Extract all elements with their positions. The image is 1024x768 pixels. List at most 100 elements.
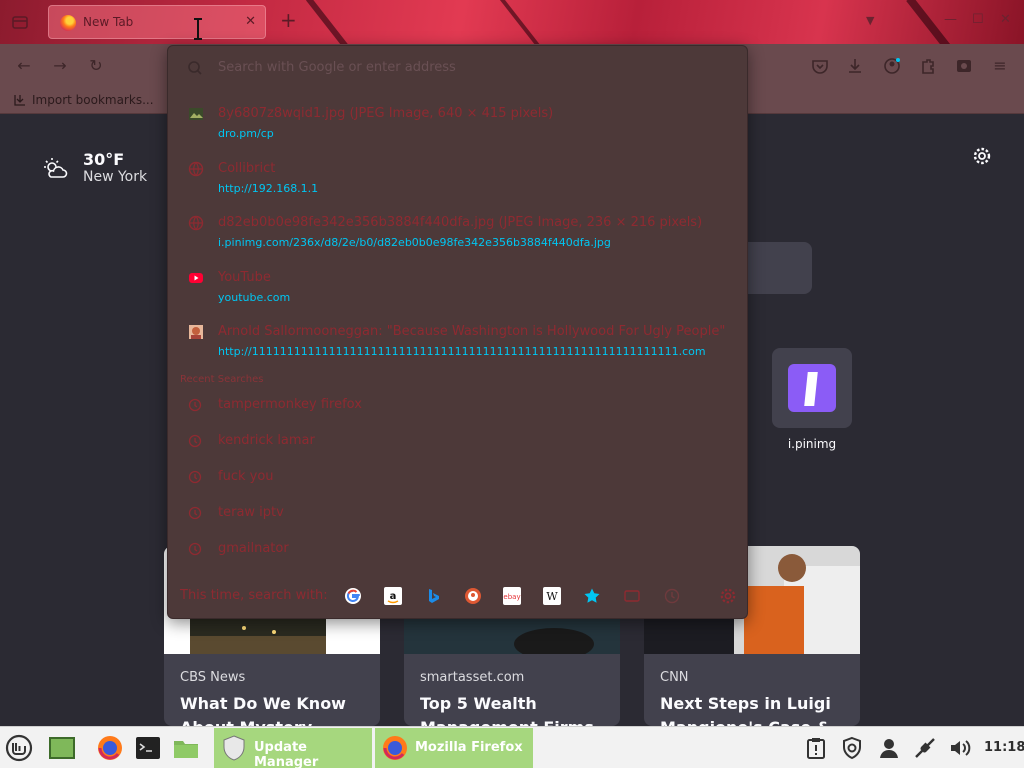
top-site-tile[interactable] — [772, 348, 852, 428]
import-bookmarks-link[interactable]: Import bookmarks... — [32, 93, 154, 107]
urlbar-result[interactable]: YouTube youtube.com — [168, 262, 749, 310]
duckduckgo-icon[interactable] — [464, 587, 482, 605]
files-icon[interactable] — [172, 734, 200, 762]
wikipedia-icon[interactable]: W — [543, 587, 561, 605]
search-engines-bar: This time, search with: a ebay W — [168, 581, 749, 611]
google-icon[interactable] — [344, 587, 362, 605]
theme-streak — [492, 0, 552, 44]
reload-icon[interactable]: ↻ — [86, 56, 106, 76]
recent-searches-heading: Recent Searches — [180, 374, 264, 385]
pinimg-logo-icon — [788, 364, 836, 412]
weather-temperature: 30°F — [83, 150, 125, 169]
history-icon — [188, 470, 202, 484]
story-source: CNN — [660, 670, 689, 685]
urlbar-result[interactable]: 8y6807z8wqid1.jpg (JPEG Image, 640 × 415… — [168, 98, 749, 146]
svg-text:W: W — [546, 590, 558, 603]
volume-icon[interactable] — [948, 736, 972, 760]
top-site-label[interactable]: i.pinimg — [760, 437, 864, 451]
account-icon[interactable] — [882, 56, 902, 76]
firefox-launcher-icon[interactable] — [96, 734, 124, 762]
history-icon[interactable] — [663, 587, 681, 605]
clock[interactable]: 11:18 — [984, 740, 1024, 755]
result-url: dro.pm/cp — [218, 127, 274, 140]
result-url: youtube.com — [218, 291, 291, 304]
image-icon — [189, 108, 203, 120]
globe-icon — [188, 161, 204, 177]
bookmarks-star-icon[interactable] — [583, 587, 601, 605]
pocket-icon[interactable] — [810, 56, 830, 76]
network-icon[interactable] — [913, 736, 937, 760]
shield-icon — [223, 735, 245, 761]
recent-search-item[interactable]: kendrick lamar — [168, 425, 749, 459]
import-icon — [14, 95, 25, 106]
result-title: Arnold Sallormooneggan: "Because Washing… — [218, 324, 728, 339]
update-shield-icon[interactable] — [840, 736, 864, 760]
youtube-icon — [189, 273, 203, 283]
taskbar: Update Manager Mozilla Firefox 11:18 — [0, 726, 1024, 768]
gear-icon[interactable] — [972, 146, 992, 166]
url-placeholder: Search with Google or enter address — [218, 60, 456, 75]
firefox-icon — [383, 736, 407, 760]
mint-menu-icon[interactable] — [5, 734, 33, 762]
minimize-icon[interactable]: — — [944, 12, 957, 27]
show-desktop-icon[interactable] — [48, 734, 76, 762]
recent-search-item[interactable]: tampermonkey firefox — [168, 389, 749, 423]
bing-icon[interactable] — [424, 587, 442, 605]
downloads-icon[interactable] — [845, 56, 865, 76]
story-headline: Top 5 Wealth Management Firms in — [420, 694, 594, 726]
recent-search-text: tampermonkey firefox — [218, 397, 362, 412]
addon-icon[interactable] — [954, 56, 974, 76]
task-mozilla-firefox[interactable]: Mozilla Firefox — [375, 728, 533, 768]
maximize-icon[interactable]: ☐ — [972, 12, 984, 27]
image-icon — [189, 325, 203, 339]
amazon-icon[interactable]: a — [384, 587, 402, 605]
chevron-down-icon[interactable]: ▼ — [866, 14, 874, 27]
menu-icon[interactable]: ≡ — [990, 56, 1010, 76]
weather-location: New York — [83, 169, 148, 185]
globe-icon — [188, 215, 204, 231]
result-url: i.pinimg.com/236x/d8/2e/b0/d82eb0b0e98fe… — [218, 236, 611, 249]
story-headline: Next Steps in Luigi Mangione's Case & — [660, 694, 831, 726]
firefox-icon — [60, 15, 76, 31]
ebay-icon[interactable]: ebay — [503, 587, 521, 605]
task-label: Mozilla Firefox — [415, 740, 523, 755]
extensions-icon[interactable] — [918, 56, 938, 76]
new-tab-button[interactable]: + — [280, 10, 297, 30]
urlbar-dropdown: Search with Google or enter address 8y68… — [167, 45, 748, 619]
user-icon[interactable] — [877, 736, 901, 760]
gear-icon[interactable] — [719, 587, 737, 605]
url-input[interactable]: Search with Google or enter address — [178, 54, 738, 82]
tab-bar: New Tab ✕ + ▼ — ☐ ✕ — [0, 0, 1024, 44]
recent-search-text: fuck you — [218, 469, 274, 484]
recent-search-text: kendrick lamar — [218, 433, 315, 448]
tab-new-tab[interactable]: New Tab ✕ — [48, 5, 266, 39]
tabs-icon[interactable] — [623, 587, 641, 605]
text-cursor-icon — [194, 18, 202, 40]
task-update-manager[interactable]: Update Manager — [214, 728, 372, 768]
result-url: http://192.168.1.1 — [218, 182, 319, 195]
result-url: http://111111111111111111111111111111111… — [218, 345, 706, 358]
back-icon[interactable]: ← — [14, 56, 34, 76]
svg-text:a: a — [390, 591, 397, 602]
history-icon — [188, 398, 202, 412]
urlbar-result[interactable]: d82eb0b0e98fe342e356b3884f440dfa.jpg (JP… — [168, 207, 749, 255]
clipboard-icon[interactable] — [804, 736, 828, 760]
weather-partly-cloudy-icon — [44, 158, 68, 178]
recent-search-item[interactable]: gmailnator — [168, 533, 749, 567]
close-tab-icon[interactable]: ✕ — [245, 14, 256, 29]
history-icon — [188, 542, 202, 556]
recent-search-item[interactable]: teraw iptv — [168, 497, 749, 531]
result-title: 8y6807z8wqid1.jpg (JPEG Image, 640 × 415… — [218, 106, 554, 121]
urlbar-result[interactable]: Arnold Sallormooneggan: "Because Washing… — [168, 316, 749, 364]
forward-icon[interactable]: → — [50, 56, 70, 76]
recent-search-item[interactable]: fuck you — [168, 461, 749, 495]
result-title: d82eb0b0e98fe342e356b3884f440dfa.jpg (JP… — [218, 215, 703, 230]
theme-streak — [306, 0, 360, 44]
tab-list-icon[interactable] — [10, 12, 30, 32]
urlbar-result[interactable]: Collibrict http://192.168.1.1 — [168, 153, 749, 201]
search-icon — [188, 61, 202, 75]
history-icon — [188, 506, 202, 520]
close-window-icon[interactable]: ✕ — [1000, 12, 1011, 27]
terminal-icon[interactable] — [134, 734, 162, 762]
result-title: YouTube — [218, 270, 271, 285]
